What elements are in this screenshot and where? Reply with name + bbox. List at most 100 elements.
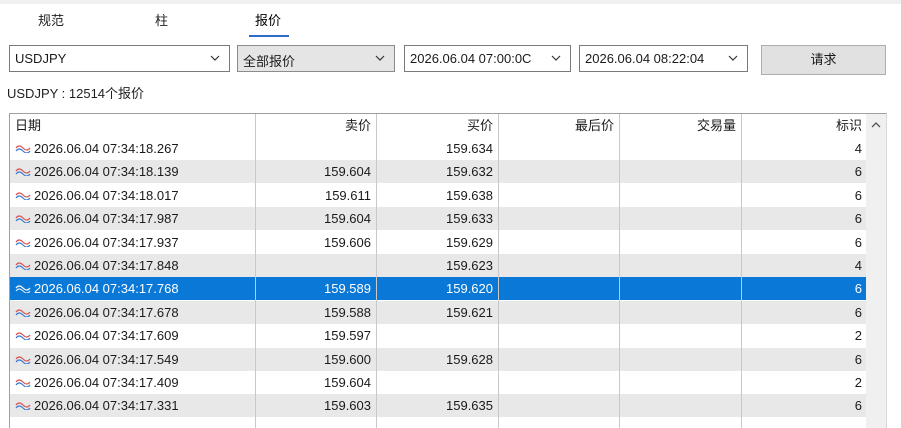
date-text: 2026.06.04 07:34:17.409 bbox=[34, 375, 179, 390]
cell-flags: 6 bbox=[854, 304, 862, 320]
table-row[interactable]: 2026.06.04 07:34:17.987 159.604 159.633 6 bbox=[10, 207, 867, 231]
cell-ask bbox=[376, 324, 498, 347]
tick-wave-icon bbox=[15, 309, 31, 317]
cell-last bbox=[498, 184, 619, 207]
cell-volume bbox=[619, 254, 741, 277]
cell-bid: 159.597 bbox=[324, 328, 371, 344]
cell-flags: 4 bbox=[854, 258, 862, 273]
cell-last bbox=[498, 207, 619, 230]
cell-date: 2026.06.04 07:34:17.768 bbox=[10, 277, 255, 300]
cell-date: 2026.06.04 07:34:17.848 bbox=[10, 254, 255, 277]
table-row[interactable]: 2026.06.04 07:34:17.678 159.588 159.621 6 bbox=[10, 300, 867, 324]
table-row[interactable]: 2026.06.04 07:34:17.331 159.603 159.635 6 bbox=[10, 394, 867, 418]
table-row[interactable]: 2026.06.04 07:34:17.549 159.600 159.628 6 bbox=[10, 347, 867, 371]
column-separator bbox=[619, 114, 620, 428]
tick-wave-icon bbox=[15, 402, 31, 411]
symbol-value: USDJPY bbox=[15, 51, 67, 66]
tick-wave-icon bbox=[15, 355, 31, 364]
cell-date: 2026.06.04 07:34:17.937 bbox=[10, 231, 255, 254]
active-tab-indicator bbox=[249, 35, 289, 37]
cell-bid: 159.604 bbox=[324, 164, 371, 180]
cell-flags: 6 bbox=[854, 281, 862, 297]
cell-volume bbox=[619, 348, 741, 371]
cell-flags: 6 bbox=[854, 187, 862, 203]
tab-bars[interactable]: 柱 bbox=[155, 10, 168, 29]
table-row[interactable]: 2026.06.04 07:34:18.267 159.634 4 bbox=[10, 137, 867, 160]
table-row[interactable]: 2026.06.04 07:34:18.139 159.604 159.632 6 bbox=[10, 160, 867, 184]
table-row[interactable]: 2026.06.04 07:34:17.937 159.606 159.629 6 bbox=[10, 230, 867, 254]
quote-type-select[interactable]: 全部报价 bbox=[237, 45, 395, 72]
column-header-flags[interactable]: 标识 bbox=[741, 114, 867, 137]
cell-last bbox=[498, 394, 619, 417]
tick-wave-icon bbox=[15, 379, 31, 387]
column-header-last[interactable]: 最后价 bbox=[498, 114, 619, 137]
tick-wave-icon bbox=[15, 215, 31, 224]
cell-last bbox=[498, 277, 619, 300]
cell-volume bbox=[619, 301, 741, 324]
request-button[interactable]: 请求 bbox=[761, 45, 886, 75]
symbol-select[interactable]: USDJPY bbox=[9, 45, 230, 72]
table-row[interactable]: 2026.06.04 07:34:18.017 159.611 159.638 6 bbox=[10, 183, 867, 207]
cell-ask: 159.634 bbox=[446, 141, 493, 156]
cell-bid bbox=[255, 254, 376, 277]
tab-ticks[interactable]: 报价 bbox=[255, 10, 281, 29]
cell-ask: 159.638 bbox=[446, 187, 493, 203]
cell-date: 2026.06.04 07:34:17.987 bbox=[10, 207, 255, 230]
tick-wave-icon bbox=[15, 238, 31, 247]
cell-flags: 6 bbox=[854, 234, 862, 250]
table-row[interactable]: 2026.06.04 07:34:17.409 159.604 2 bbox=[10, 371, 867, 394]
date-text: 2026.06.04 07:34:18.017 bbox=[34, 187, 179, 203]
cell-last bbox=[498, 160, 619, 183]
column-separator bbox=[498, 114, 499, 428]
scroll-up-arrow-icon[interactable] bbox=[870, 120, 882, 130]
date-text: 2026.06.04 07:34:17.331 bbox=[34, 398, 179, 414]
chevron-down-icon bbox=[210, 55, 220, 61]
table-row[interactable]: 2026.06.04 07:34:17.609 159.597 2 bbox=[10, 324, 867, 348]
cell-flags: 2 bbox=[854, 328, 862, 344]
column-header-bid[interactable]: 卖价 bbox=[255, 114, 376, 137]
cell-bid bbox=[255, 137, 376, 160]
column-header-volume[interactable]: 交易量 bbox=[619, 114, 741, 137]
tick-count-summary: USDJPY : 12514个报价 bbox=[7, 86, 145, 101]
cell-bid: 159.604 bbox=[324, 211, 371, 227]
tick-wave-icon bbox=[15, 168, 31, 177]
cell-ask: 159.620 bbox=[446, 281, 493, 297]
table-row[interactable]: 2026.06.04 07:34:17.848 159.623 4 bbox=[10, 254, 867, 277]
cell-flags: 2 bbox=[854, 375, 862, 390]
date-text: 2026.06.04 07:34:17.549 bbox=[34, 351, 179, 367]
column-separator bbox=[741, 114, 742, 428]
column-header-date[interactable]: 日期 bbox=[10, 114, 255, 137]
table-header: 日期 卖价 买价 最后价 交易量 标识 bbox=[10, 114, 867, 138]
cell-bid: 159.600 bbox=[324, 351, 371, 367]
tab-spec[interactable]: 规范 bbox=[38, 10, 64, 29]
cell-last bbox=[498, 137, 619, 160]
cell-flags: 4 bbox=[854, 141, 862, 156]
cell-ask: 159.635 bbox=[446, 398, 493, 414]
cell-bid: 159.588 bbox=[324, 304, 371, 320]
cell-flags: 6 bbox=[854, 164, 862, 180]
tab-bar: 规范 柱 报价 bbox=[0, 4, 901, 38]
cell-ask: 159.628 bbox=[446, 351, 493, 367]
to-time-picker[interactable]: 2026.06.04 08:22:04 bbox=[579, 45, 748, 72]
cell-flags: 6 bbox=[854, 398, 862, 414]
cell-date: 2026.06.04 07:34:17.409 bbox=[10, 371, 255, 394]
cell-bid: 159.604 bbox=[324, 375, 371, 390]
tick-wave-icon bbox=[15, 262, 31, 270]
cell-last bbox=[498, 348, 619, 371]
cell-volume bbox=[619, 137, 741, 160]
vertical-scrollbar[interactable] bbox=[866, 113, 887, 428]
from-time-picker[interactable]: 2026.06.04 07:00:0C bbox=[404, 45, 571, 72]
chevron-down-icon bbox=[375, 55, 385, 61]
cell-bid: 159.606 bbox=[324, 234, 371, 250]
column-header-ask[interactable]: 买价 bbox=[376, 114, 498, 137]
date-text: 2026.06.04 07:34:17.768 bbox=[34, 281, 179, 297]
table-row[interactable]: 2026.06.04 07:34:17.768 159.589 159.620 6 bbox=[10, 277, 867, 301]
cell-volume bbox=[619, 277, 741, 300]
cell-volume bbox=[619, 394, 741, 417]
cell-ask: 159.621 bbox=[446, 304, 493, 320]
cell-date: 2026.06.04 07:34:17.549 bbox=[10, 348, 255, 371]
cell-date: 2026.06.04 07:34:18.139 bbox=[10, 160, 255, 183]
cell-ask: 159.633 bbox=[446, 211, 493, 227]
cell-flags: 6 bbox=[854, 211, 862, 227]
cell-last bbox=[498, 231, 619, 254]
